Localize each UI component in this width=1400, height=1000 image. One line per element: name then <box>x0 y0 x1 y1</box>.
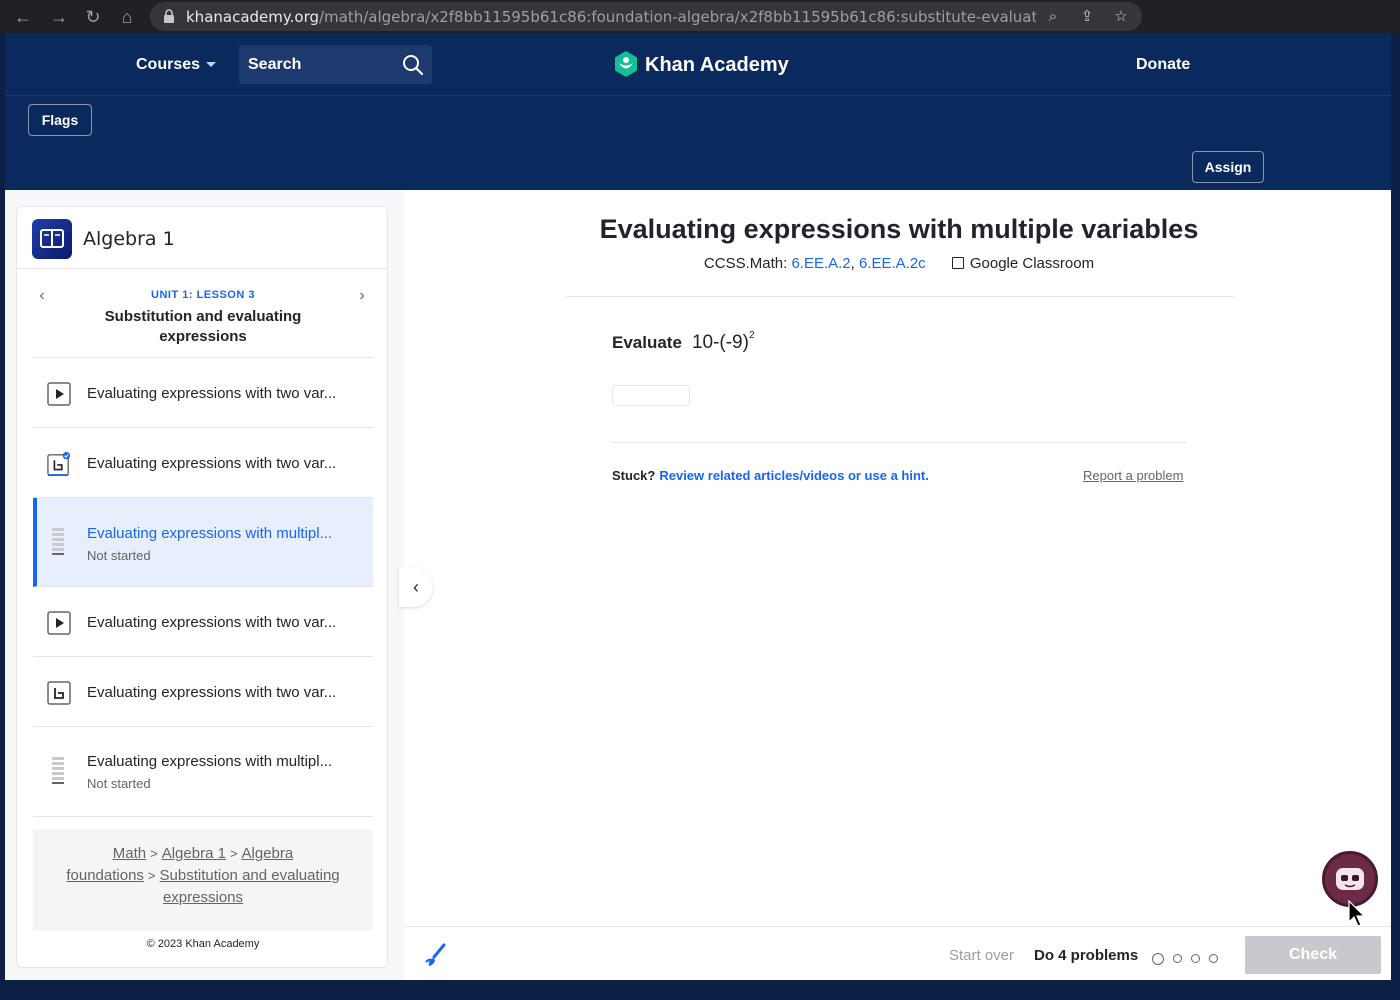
exercise-title: Evaluating expressions with multiple var… <box>599 214 1199 244</box>
donate-link[interactable]: Donate <box>1136 56 1190 74</box>
sidebar-item-label: Evaluating expressions with two var... <box>87 684 337 701</box>
back-arrow-icon[interactable]: ← <box>12 6 34 28</box>
mouse-cursor-icon <box>1348 900 1366 927</box>
assign-button[interactable]: Assign <box>1192 151 1264 183</box>
site-header: Courses Search Khan Academy Donate <box>5 34 1391 96</box>
chevron-left-icon: ‹ <box>413 577 419 597</box>
problem-count: Do 4 problems <box>1034 947 1139 964</box>
progress-dot <box>1191 954 1200 964</box>
search-icon[interactable] <box>402 54 424 76</box>
answer-input[interactable] <box>612 385 690 406</box>
sidebar-item-label: Evaluating expressions with two var... <box>87 614 337 631</box>
breadcrumb-algebra-1[interactable]: Algebra 1 <box>162 845 226 862</box>
breadcrumb-separator: > <box>229 846 238 861</box>
chevron-down-icon <box>206 62 217 68</box>
ccss-link-6-ee-a-2c[interactable]: 6.EE.A.2c <box>859 255 926 272</box>
divider <box>566 296 1234 297</box>
share-icon[interactable]: ⇪ <box>1077 7 1097 27</box>
sidebar-item-label: Evaluating expressions with two var... <box>87 455 337 472</box>
progress-dot <box>1152 952 1164 965</box>
google-classroom-icon <box>951 257 964 269</box>
breadcrumb-math[interactable]: Math <box>113 845 146 862</box>
courses-menu[interactable]: Courses <box>136 56 217 74</box>
evaluate-label: Evaluate <box>612 333 682 352</box>
content-area: Algebra 1 ‹ › UNIT 1: LESSON 3 Substitut… <box>5 190 1391 980</box>
stuck-help: Stuck? Review related articles/videos or … <box>612 468 929 483</box>
sidebar-item-label: Evaluating expressions with two var... <box>87 385 337 402</box>
breadcrumb-lesson[interactable]: Substitution and evaluating expressions <box>160 867 340 906</box>
sidebar-item-status: Not started <box>87 776 151 791</box>
sidebar-item-article-2[interactable]: Evaluating expressions with two var... <box>33 657 373 727</box>
breadcrumb: Math > Algebra 1 > Algebra foundations > Subst… <box>33 829 373 931</box>
report-problem-link[interactable]: Report a problem <box>1083 468 1183 483</box>
progress-dot <box>1209 954 1218 964</box>
sidebar-item-exercise-2[interactable]: Evaluating expressions with multipl... N… <box>33 727 373 817</box>
robot-face-icon <box>1336 868 1364 890</box>
sidebar-item-exercise-active[interactable]: Evaluating expressions with multipl... N… <box>33 498 373 587</box>
hint-link[interactable]: Review related articles/videos or use a … <box>659 468 929 483</box>
breadcrumb-separator: > <box>147 868 156 883</box>
bookmark-star-icon[interactable]: ☆ <box>1111 7 1131 27</box>
course-header[interactable]: Algebra 1 <box>17 207 387 269</box>
video-icon <box>47 611 71 635</box>
course-title[interactable]: Algebra 1 <box>83 228 175 250</box>
search-label: Search <box>248 56 302 73</box>
search-box[interactable]: Search <box>239 45 432 84</box>
khan-leaf-icon <box>615 51 637 77</box>
exercise-panel: Evaluating expressions with multiple var… <box>399 190 1391 980</box>
copyright: © 2023 Khan Academy <box>146 938 260 950</box>
address-bar[interactable]: khanacademy.org/math/algebra/x2f8bb11595… <box>150 2 1142 31</box>
khan-app: Courses Search Khan Academy Donate Flags… <box>5 34 1391 980</box>
divider <box>612 442 1187 443</box>
breadcrumb-separator: > <box>150 846 158 861</box>
flags-button[interactable]: Flags <box>28 104 92 136</box>
ccss-label: CCSS.Math: <box>703 255 788 272</box>
zoom-icon[interactable]: ⌕ <box>1043 7 1063 27</box>
sidebar-item-article-1[interactable]: Evaluating expressions with two var... <box>33 428 373 498</box>
lesson-sidebar: Algebra 1 ‹ › UNIT 1: LESSON 3 Substitut… <box>16 206 388 968</box>
chat-assistant-button[interactable] <box>1322 851 1378 907</box>
sidebar-item-status: Not started <box>87 548 151 563</box>
unit-label[interactable]: UNIT 1: LESSON 3 <box>33 289 373 301</box>
browser-toolbar: ← → ↻ ⌂ khanacademy.org/math/algebra/x2f… <box>0 0 1400 34</box>
scratchpad-icon[interactable] <box>424 942 450 968</box>
lesson-nav: ‹ › UNIT 1: LESSON 3 Substitution and ev… <box>33 269 373 358</box>
progress-dot <box>1173 954 1182 964</box>
sidebar-item-label: Evaluating expressions with multipl... <box>87 753 333 770</box>
progress-dots <box>1152 950 1227 968</box>
sidebar-item-video-1[interactable]: Evaluating expressions with two var... <box>33 358 373 428</box>
course-book-icon <box>32 219 72 259</box>
exercise-icon <box>52 757 64 784</box>
question-prompt: Evaluate 10-(-9)2 <box>612 330 755 354</box>
exercise-footer: Start over Do 4 problems Check <box>404 926 1391 980</box>
lock-icon <box>164 9 174 23</box>
lesson-title[interactable]: Substitution and evaluating expressions <box>93 307 313 347</box>
ccss-link-6-ee-a-2[interactable]: 6.EE.A.2 <box>791 255 850 272</box>
standards-line: CCSS.Math: 6.EE.A.2, 6.EE.A.2c Google Cl… <box>703 255 1095 272</box>
sidebar-item-label: Evaluating expressions with multipl... <box>87 525 333 542</box>
forward-arrow-icon[interactable]: → <box>48 6 70 28</box>
article-icon <box>47 681 71 705</box>
home-icon[interactable]: ⌂ <box>116 6 138 28</box>
url-text[interactable]: khanacademy.org/math/algebra/x2f8bb11595… <box>186 8 1036 26</box>
video-icon <box>47 382 71 406</box>
start-over-button[interactable]: Start over <box>949 947 1014 964</box>
exercise-icon <box>52 528 64 555</box>
collapse-sidebar-button[interactable]: ‹ <box>399 567 433 607</box>
google-classroom-button[interactable]: Google Classroom <box>951 255 1094 272</box>
reload-icon[interactable]: ↻ <box>82 6 104 28</box>
article-complete-icon <box>47 452 71 476</box>
check-button[interactable]: Check <box>1245 936 1381 974</box>
math-expression: 10-(-9)2 <box>691 330 755 353</box>
sidebar-item-video-2[interactable]: Evaluating expressions with two var... <box>33 587 373 657</box>
